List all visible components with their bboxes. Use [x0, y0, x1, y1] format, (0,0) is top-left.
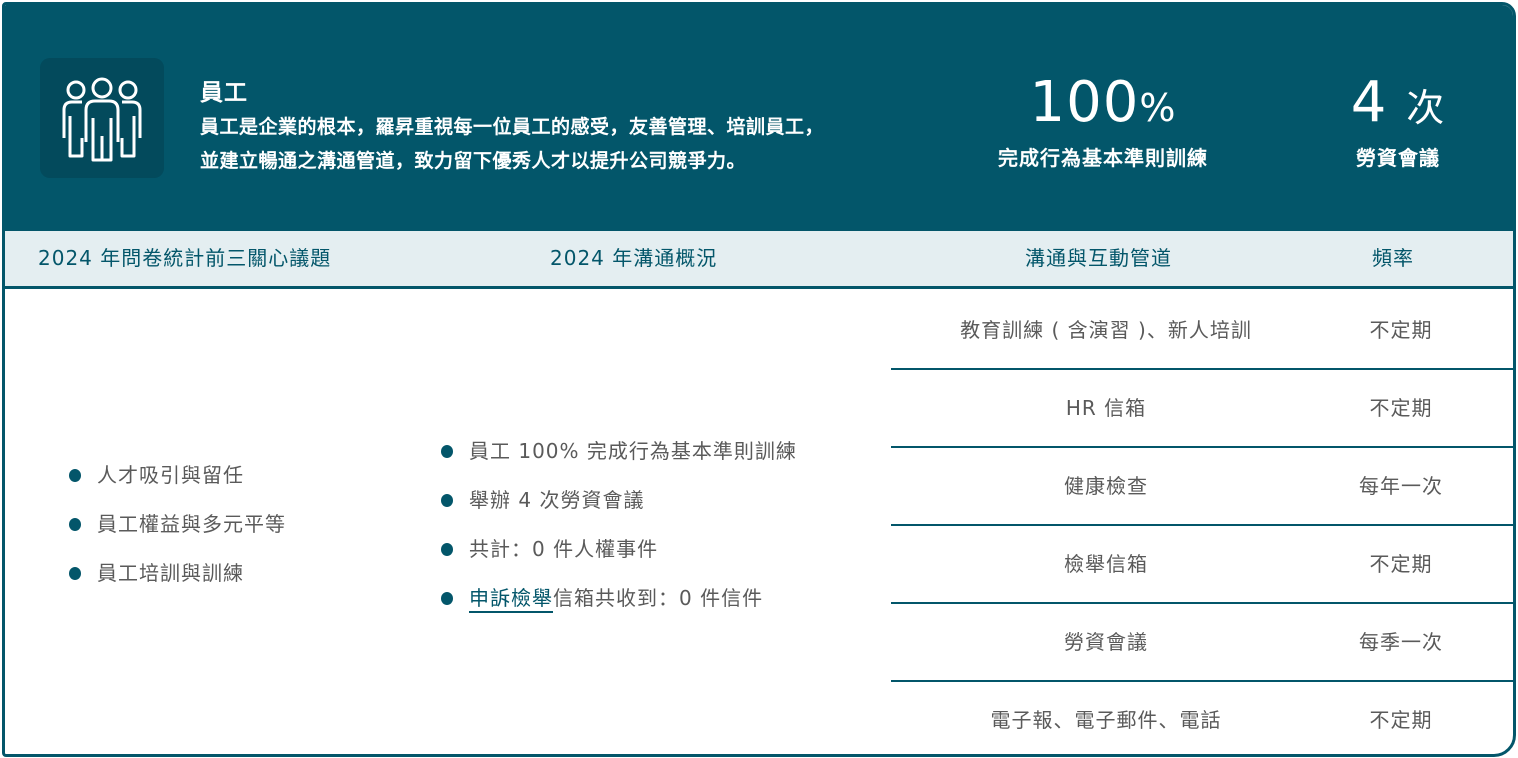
stat-unit: %: [1139, 86, 1177, 130]
channel-name: 健康檢查: [1064, 474, 1148, 498]
list-item: 舉辦 4 次勞資會議: [441, 485, 797, 534]
table-row: 檢舉信箱 不定期: [891, 526, 1513, 604]
column-header-concerns: 2024 年問卷統計前三關心議題: [38, 246, 332, 270]
channel-frequency: 不定期: [1369, 318, 1433, 342]
table-row: 勞資會議 每季一次: [891, 604, 1513, 682]
channel-name: 電子報、電子郵件、電話: [990, 708, 1222, 732]
channel-frequency: 每季一次: [1359, 630, 1443, 654]
column-header-channels: 溝通與互動管道: [1025, 246, 1172, 270]
stat-label: 勞資會議: [1356, 146, 1440, 170]
description-line: 並建立暢通之溝通管道，致力留下優秀人才以提升公司競爭力。: [200, 150, 747, 172]
stat-number: 4: [1350, 70, 1388, 135]
channel-frequency: 每年一次: [1359, 474, 1443, 498]
section-title: 員工: [200, 80, 248, 106]
description-line: 員工是企業的根本，羅昇重視每一位員工的感受，友善管理、培訓員工，: [200, 116, 825, 138]
employee-banner: 員工 員工是企業的根本，羅昇重視每一位員工的感受，友善管理、培訓員工， 並建立暢…: [5, 5, 1513, 231]
channel-name: HR 信箱: [1065, 396, 1147, 420]
channel-frequency: 不定期: [1369, 708, 1433, 732]
list-item-text: 信箱共收到：0 件信件: [553, 586, 764, 610]
stat-value: 100%: [973, 73, 1233, 138]
table-row: 健康檢查 每年一次: [891, 448, 1513, 526]
table-header-row: 2024 年問卷統計前三關心議題 2024 年溝通概況 溝通與互動管道 頻率: [5, 231, 1513, 289]
stat-labor-meetings: 4 次 勞資會議: [1318, 73, 1478, 171]
list-item: 員工權益與多元平等: [69, 509, 286, 558]
stat-unit: 次: [1406, 86, 1446, 130]
employee-card: 員工 員工是企業的根本，羅昇重視每一位員工的感受，友善管理、培訓員工， 並建立暢…: [2, 2, 1516, 757]
stat-number: 100: [1029, 70, 1140, 135]
complaint-report-link[interactable]: 申訴檢舉: [469, 586, 553, 613]
column-header-frequency: 頻率: [1372, 246, 1414, 270]
table-row: 電子報、電子郵件、電話 不定期: [891, 682, 1513, 754]
concern-list: 人才吸引與留任 員工權益與多元平等 員工培訓與訓練: [69, 460, 286, 607]
channel-frequency: 不定期: [1369, 552, 1433, 576]
table-row: HR 信箱 不定期: [891, 370, 1513, 448]
channel-name: 檢舉信箱: [1064, 552, 1148, 576]
list-item: 員工培訓與訓練: [69, 558, 286, 607]
people-group-icon: [40, 58, 164, 178]
column-header-overview: 2024 年溝通概況: [550, 246, 718, 270]
channel-frequency: 不定期: [1369, 396, 1433, 420]
list-item: 人才吸引與留任: [69, 460, 286, 509]
stat-value: 4 次: [1318, 73, 1478, 138]
list-item: 申訴檢舉信箱共收到：0 件信件: [441, 583, 797, 632]
section-description: 員工是企業的根本，羅昇重視每一位員工的感受，友善管理、培訓員工， 並建立暢通之溝…: [200, 110, 940, 178]
overview-list: 員工 100% 完成行為基本準則訓練 舉辦 4 次勞資會議 共計：0 件人權事件…: [441, 436, 797, 632]
list-item: 共計：0 件人權事件: [441, 534, 797, 583]
table-row: 教育訓練 ( 含演習 )、新人培訓 不定期: [891, 292, 1513, 370]
channel-name: 教育訓練 ( 含演習 )、新人培訓: [960, 318, 1252, 342]
channel-table: 教育訓練 ( 含演習 )、新人培訓 不定期 HR 信箱 不定期 健康檢查 每年一…: [891, 292, 1513, 754]
stat-training-completion: 100% 完成行為基本準則訓練: [973, 73, 1233, 171]
channel-name: 勞資會議: [1064, 630, 1148, 654]
stat-label: 完成行為基本準則訓練: [998, 146, 1208, 170]
list-item: 員工 100% 完成行為基本準則訓練: [441, 436, 797, 485]
